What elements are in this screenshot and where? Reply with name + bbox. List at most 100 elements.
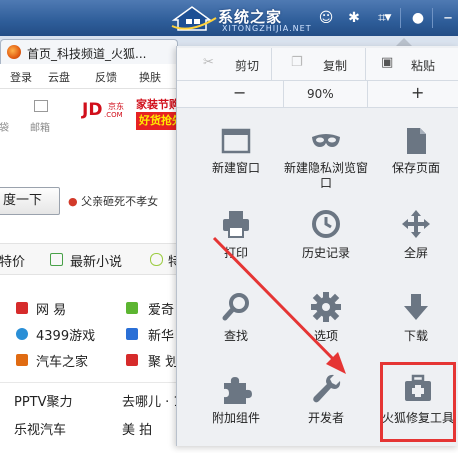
menu-pointer (396, 38, 412, 46)
site-autohome[interactable]: 汽车之家 (36, 351, 88, 370)
minimize-icon[interactable]: – (436, 6, 458, 30)
firefox-icon (7, 45, 21, 59)
feedback-link[interactable]: 反馈 (95, 69, 117, 85)
jd-logo-com: .COM (104, 111, 123, 119)
news-headline[interactable]: ● 父亲砸死不孝女 (68, 193, 158, 209)
iqiyi-icon (126, 302, 138, 314)
zoom-controls-row: − 90% + (177, 81, 458, 108)
smiley-icon[interactable]: ☺ (314, 6, 338, 30)
highlight-box (380, 362, 456, 442)
downloads-item[interactable]: 下载 (372, 291, 458, 371)
menu-item-label: 打印 (223, 246, 248, 260)
print-item[interactable]: 打印 (192, 208, 280, 288)
copy-button[interactable]: 复制 (323, 57, 347, 74)
site-logo-subtext: XITONGZHIJIA.NET (222, 24, 312, 33)
site-4399[interactable]: 4399游戏 (36, 325, 95, 344)
zoom-out-button[interactable]: − (233, 83, 246, 102)
bullet-icon: ● (68, 195, 82, 208)
link-leshi-auto[interactable]: 乐视汽车 (14, 419, 66, 438)
zoom-level-reset[interactable]: 90% (307, 87, 334, 101)
netease-icon (16, 302, 28, 314)
fullscreen-item[interactable]: 全屏 (372, 208, 458, 288)
menu-item-label: 选项 (313, 329, 338, 343)
tab-title: 首页_科技频道_火狐... (27, 47, 147, 61)
link-pptv[interactable]: PPTV聚力 (14, 391, 73, 410)
puzzle-icon (224, 377, 252, 404)
cut-button[interactable]: 剪切 (235, 57, 259, 74)
edit-controls-row: ✂ 剪切 ❐ 复制 ▣ 粘贴 (177, 48, 458, 81)
clipboard-icon: ▣ (381, 55, 394, 70)
divider (367, 81, 368, 107)
mail-link[interactable]: 邮箱 (30, 119, 50, 134)
link-qunar[interactable]: 去哪儿 · 1 (122, 391, 182, 410)
toolbar-divider (432, 8, 433, 28)
options-item[interactable]: 选项 (282, 291, 370, 371)
chat-bubble-icon[interactable]: ● (406, 6, 430, 30)
wrench-icon (313, 374, 341, 403)
window-title-bar: 系统之家 XITONGZHIJIA.NET ☺ ✱ ⌗ ▼ ● – (0, 0, 458, 36)
fullscreen-icon (402, 210, 430, 238)
skin-link[interactable]: 换肤 (139, 69, 161, 85)
magnifier-icon (222, 293, 249, 321)
partial-label: 袋 (0, 123, 9, 134)
book-icon (50, 253, 63, 266)
category-bar: 特价 最新小说 特 (0, 243, 181, 275)
page-toolbar: 登录 云盘 反馈 换肤 (0, 64, 180, 89)
scissors-icon: ✂ (203, 55, 214, 70)
menu-item-label: 开发者 (307, 411, 344, 425)
jd-logo[interactable]: JD (82, 100, 102, 120)
site-iqiyi[interactable]: 爱奇 (148, 299, 174, 318)
menu-item-label: 保存页面 (391, 161, 440, 175)
private-mask-icon (312, 134, 340, 147)
chevron-down-icon[interactable]: ▼ (382, 6, 394, 30)
mail-icon[interactable] (34, 100, 48, 112)
category-novels[interactable]: 最新小说 (70, 251, 122, 270)
autohome-icon (16, 354, 28, 366)
browser-tab[interactable]: 首页_科技频道_火狐... (0, 39, 178, 65)
history-clock-icon (312, 210, 340, 238)
xinhua-icon (126, 328, 138, 340)
new-window-item[interactable]: 新建窗口 (192, 125, 280, 205)
gear-icon (311, 292, 341, 322)
site-netease[interactable]: 网 易 (36, 299, 66, 318)
zoom-in-button[interactable]: + (411, 83, 424, 102)
copy-icon: ❐ (291, 55, 303, 70)
house-logo-icon (171, 6, 217, 31)
menu-item-label: 查找 (223, 329, 248, 343)
download-arrow-icon (404, 294, 428, 320)
site-xinhua[interactable]: 新华 (148, 325, 174, 344)
news-text: 父亲砸死不孝女 (81, 195, 159, 208)
find-item[interactable]: 查找 (192, 291, 280, 371)
paste-button[interactable]: 粘贴 (411, 57, 435, 74)
menu-item-label: 新建窗口 (211, 161, 260, 175)
menu-item-label: 历史记录 (301, 246, 350, 260)
divider (0, 382, 180, 383)
save-page-item[interactable]: 保存页面 (372, 125, 458, 205)
link-meipai[interactable]: 美 拍 (122, 419, 152, 438)
divider (271, 48, 272, 80)
juhuasuan-icon (126, 354, 138, 366)
new-window-icon (221, 128, 251, 154)
gear-icon[interactable]: ✱ (342, 6, 366, 30)
developer-item[interactable]: 开发者 (282, 373, 370, 453)
private-window-item[interactable]: 新建隐私浏览窗口 (282, 125, 370, 205)
menu-item-label: 新建隐私浏览窗口 (283, 161, 368, 190)
divider (283, 81, 284, 107)
search-button[interactable]: 度一下 (0, 187, 60, 215)
jd-ad-headline[interactable]: 家装节购 (136, 96, 180, 112)
menu-item-label: 下载 (403, 329, 428, 343)
divider (365, 48, 366, 80)
toolbar-divider (400, 8, 401, 28)
menu-item-label: 全屏 (403, 246, 428, 260)
login-link[interactable]: 登录 (10, 69, 32, 85)
save-page-icon (407, 128, 426, 154)
menu-item-label: 附加组件 (211, 411, 260, 425)
sun-icon (150, 253, 163, 266)
cloud-disk-link[interactable]: 云盘 (48, 69, 70, 85)
addons-item[interactable]: 附加组件 (192, 373, 280, 453)
site-juhuasuan[interactable]: 聚 划 (148, 351, 178, 370)
category-special[interactable]: 特价 (0, 251, 25, 270)
4399-icon (16, 328, 28, 340)
printer-icon (223, 211, 249, 238)
history-item[interactable]: 历史记录 (282, 208, 370, 288)
